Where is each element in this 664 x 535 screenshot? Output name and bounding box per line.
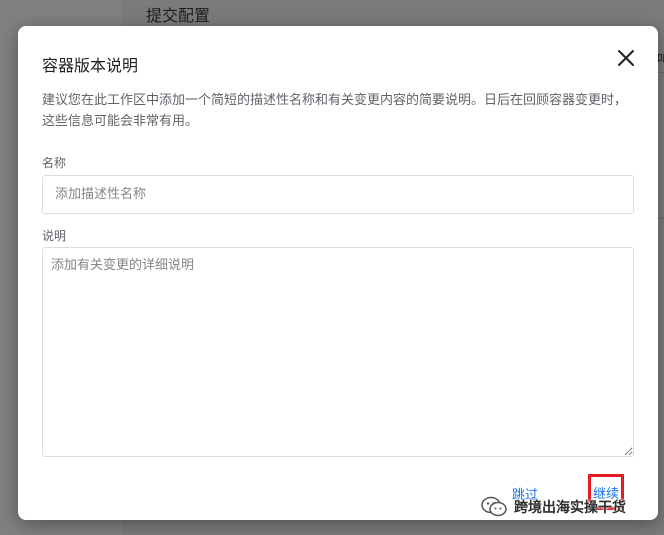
- version-description-dialog: 容器版本说明 建议您在此工作区中添加一个简短的描述性名称和有关变更内容的简要说明…: [18, 26, 658, 520]
- description-label: 说明: [42, 229, 67, 243]
- wechat-icon: [481, 496, 507, 517]
- watermark: 跨境出海实操干货: [480, 494, 626, 520]
- name-input[interactable]: [42, 175, 634, 214]
- close-button[interactable]: [614, 46, 638, 70]
- dialog-title: 容器版本说明: [42, 56, 139, 75]
- dialog-description: 建议您在此工作区中添加一个简短的描述性名称和有关变更内容的简要说明。日后在回顾容…: [42, 93, 628, 129]
- description-textarea[interactable]: [42, 247, 634, 457]
- name-label: 名称: [42, 156, 67, 170]
- watermark-text: 跨境出海实操干货: [514, 500, 626, 516]
- background-right-divider: [657, 72, 664, 219]
- background-header-title: 提交配置: [146, 6, 211, 25]
- close-icon: [618, 50, 634, 66]
- background-right-text: 叫: [657, 52, 664, 66]
